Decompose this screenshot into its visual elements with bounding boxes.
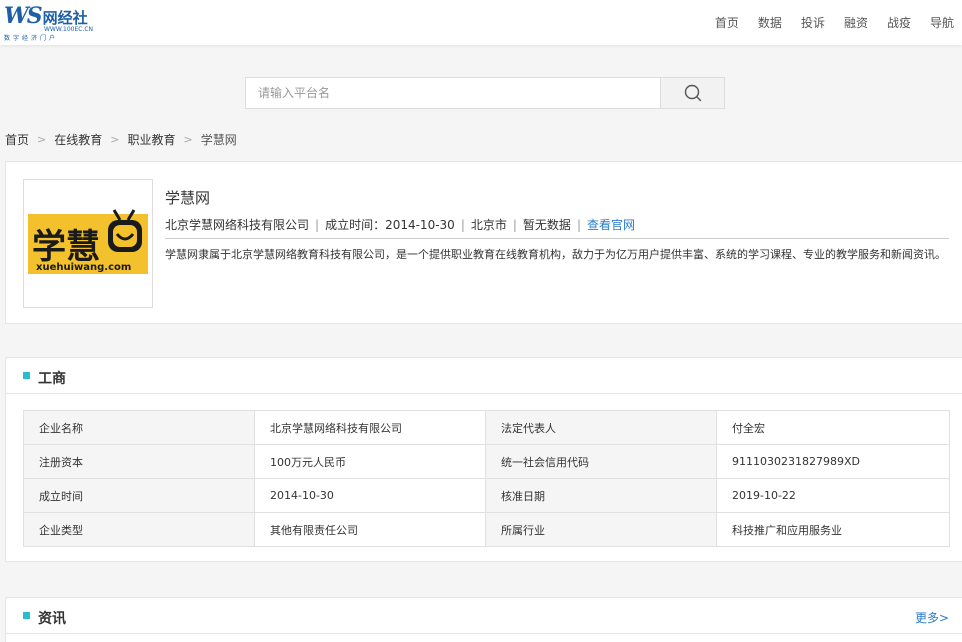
- search-input[interactable]: [245, 77, 660, 109]
- news-card: 资讯 更多>: [5, 597, 962, 642]
- more-news-link[interactable]: 更多>: [915, 609, 949, 626]
- platform-logo-image: 学慧 xuehuiwang.com: [28, 208, 148, 274]
- breadcrumb: 首页 > 在线教育 > 职业教育 > 学慧网: [5, 131, 237, 148]
- logo-main: WS 网经社: [4, 4, 88, 28]
- meta-divider: |: [576, 217, 581, 232]
- table-key: 成立时间: [23, 478, 255, 513]
- search-button[interactable]: [660, 77, 725, 109]
- section-marker: [23, 612, 30, 619]
- table-key: 统一社会信用代码: [485, 444, 717, 479]
- table-key: 核准日期: [485, 478, 717, 513]
- table-row: 注册资本 100万元人民币 统一社会信用代码 91110302318279​89…: [23, 444, 950, 479]
- table-key: 企业类型: [23, 512, 255, 547]
- table-key: 企业名称: [23, 410, 255, 445]
- divider: [165, 238, 949, 239]
- table-value: 科技推广和应用服务业: [716, 512, 950, 547]
- site-header: WS 网经社 WWW.100EC.CN 数字经济门户 首页 数据 投诉 融资 战…: [0, 0, 962, 45]
- nav-item-complaint[interactable]: 投诉: [801, 14, 825, 31]
- table-row: 企业类型 其他有限责任公司 所属行业 科技推广和应用服务业: [23, 512, 950, 547]
- nav-item-epidemic[interactable]: 战疫: [887, 14, 911, 31]
- table-value: 100万元人民币: [254, 444, 486, 479]
- nav-item-data[interactable]: 数据: [758, 14, 782, 31]
- nav-item-home[interactable]: 首页: [715, 14, 739, 31]
- logo-mark: WS: [4, 3, 43, 29]
- svg-text:学慧: 学慧: [32, 227, 100, 267]
- section-marker: [23, 372, 30, 379]
- chevron-right-icon: >: [37, 133, 47, 146]
- visit-website-link[interactable]: 查看官网: [587, 216, 635, 233]
- search-bar: [245, 77, 725, 109]
- table-value: 北京学慧网络科技有限公司: [254, 410, 486, 445]
- nav-item-navigation[interactable]: 导航: [930, 14, 954, 31]
- platform-description: 学慧网隶属于北京学慧网络教育科技有限公司，是一个提供职业教育在线教育机构，敌力于…: [165, 248, 946, 261]
- logo-url: WWW.100EC.CN: [44, 26, 94, 33]
- city: 北京市: [470, 218, 507, 232]
- breadcrumb-current: 学慧网: [200, 133, 237, 147]
- table-key: 法定代表人: [485, 410, 717, 445]
- section-title: 资讯: [38, 611, 66, 627]
- table-value: 付全宏: [716, 410, 950, 445]
- table-value: 其他有限责任公司: [254, 512, 486, 547]
- funding-status: 暂无数据: [522, 218, 571, 232]
- business-info-table: 企业名称 北京学慧网络科技有限公司 法定代表人 付全宏 注册资本 100万元人民…: [23, 410, 950, 547]
- section-header: 工商: [6, 358, 962, 394]
- table-value: 2014-10-30: [254, 478, 486, 513]
- platform-meta: 北京学慧网络科技有限公司 | 成立时间：2014-10-30 | 北京市 | 暂…: [165, 216, 635, 233]
- breadcrumb-online-education[interactable]: 在线教育: [54, 131, 102, 148]
- meta-divider: |: [315, 217, 320, 232]
- table-value: 91110302318279​89XD: [716, 444, 950, 479]
- logo-tagline: 数字经济门户: [4, 35, 59, 42]
- platform-profile-card: 学慧 xuehuiwang.com 学慧网 北京学慧网络科技有限公司 | 成立时…: [5, 161, 962, 324]
- chevron-right-icon: >: [183, 133, 193, 146]
- breadcrumb-vocational-education[interactable]: 职业教育: [127, 131, 175, 148]
- meta-divider: |: [460, 217, 465, 232]
- chevron-right-icon: >: [110, 133, 120, 146]
- site-logo[interactable]: WS 网经社 WWW.100EC.CN 数字经济门户: [4, 4, 100, 42]
- logo-name: 网经社: [42, 9, 88, 27]
- table-row: 企业名称 北京学慧网络科技有限公司 法定代表人 付全宏: [23, 410, 950, 445]
- nav-item-financing[interactable]: 融资: [844, 14, 868, 31]
- table-row: 成立时间 2014-10-30 核准日期 2019-10-22: [23, 478, 950, 513]
- business-info-card: 工商 企业名称 北京学慧网络科技有限公司 法定代表人 付全宏 注册资本 100万…: [5, 357, 962, 562]
- meta-divider: |: [512, 217, 517, 232]
- table-key: 所属行业: [485, 512, 717, 547]
- section-title: 工商: [38, 371, 66, 387]
- table-value: 2019-10-22: [716, 478, 950, 513]
- main-nav: 首页 数据 投诉 融资 战疫 导航: [715, 0, 954, 45]
- company-name: 北京学慧网络科技有限公司: [165, 218, 310, 232]
- platform-logo: 学慧 xuehuiwang.com: [23, 179, 153, 308]
- section-header: 资讯 更多>: [6, 598, 962, 634]
- founded-date: 成立时间：2014-10-30: [325, 218, 455, 232]
- table-key: 注册资本: [23, 444, 255, 479]
- svg-text:xuehuiwang.com: xuehuiwang.com: [36, 262, 131, 273]
- platform-name: 学慧网: [165, 189, 211, 207]
- search-icon: [684, 84, 701, 102]
- breadcrumb-home[interactable]: 首页: [5, 131, 29, 148]
